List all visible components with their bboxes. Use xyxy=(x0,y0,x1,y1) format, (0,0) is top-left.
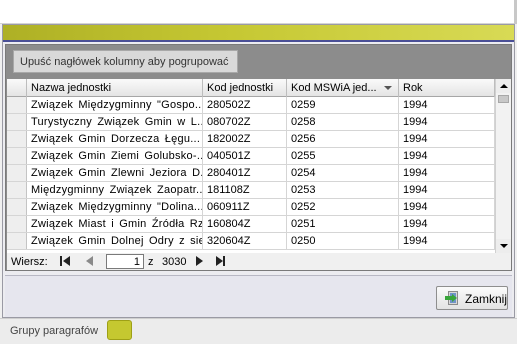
table-row[interactable]: Związek Gmin Zlewni Jeziora D... 280401Z… xyxy=(7,165,495,182)
cell-kod[interactable]: 040501Z xyxy=(203,148,287,164)
table-row[interactable]: Związek Gmin Dolnej Odry z sie... 320604… xyxy=(7,233,495,250)
table-row[interactable]: Związek Międzygminny "Gospo... 280502Z 0… xyxy=(7,97,495,114)
cell-kod-mswia[interactable]: 0250 xyxy=(287,233,399,249)
form-frame: Upuść nagłówek kolumny aby pogrupować Na… xyxy=(2,24,515,318)
group-by-hint: Upuść nagłówek kolumny aby pogrupować xyxy=(20,56,229,68)
cell-kod-mswia[interactable]: 0252 xyxy=(287,199,399,215)
row-indicator[interactable] xyxy=(7,216,27,232)
row-indicator[interactable] xyxy=(7,182,27,198)
cell-kod[interactable]: 060911Z xyxy=(203,199,287,215)
cell-rok[interactable]: 1994 xyxy=(399,233,495,249)
navigator-of-label: z xyxy=(148,256,154,268)
navigator-label: Wiersz: xyxy=(11,256,48,268)
close-button-label: Zamknij xyxy=(465,292,508,306)
column-header-kod-mswia-label: Kod MSWiA jed... xyxy=(291,82,377,94)
tab-grupy-paragrafow[interactable]: Grupy paragrafów xyxy=(10,325,98,337)
row-indicator[interactable] xyxy=(7,165,27,181)
cell-kod[interactable]: 320604Z xyxy=(203,233,287,249)
cell-kod-mswia[interactable]: 0253 xyxy=(287,182,399,198)
cell-kod[interactable]: 080702Z xyxy=(203,114,287,130)
table-row[interactable]: Związek Miast i Gmin Źródła Rz... 160804… xyxy=(7,216,495,233)
cell-rok[interactable]: 1994 xyxy=(399,97,495,113)
record-navigator: Wiersz: z 3030 xyxy=(7,253,511,270)
row-indicator[interactable] xyxy=(7,199,27,215)
table-row[interactable]: Związek Gmin Dorzecza Łęgu... 182002Z 02… xyxy=(7,131,495,148)
row-indicator[interactable] xyxy=(7,114,27,130)
cell-name[interactable]: Związek Gmin Dolnej Odry z sie... xyxy=(27,233,203,249)
table-row[interactable]: Turystyczny Związek Gmin w L... 080702Z … xyxy=(7,114,495,131)
cell-rok[interactable]: 1994 xyxy=(399,182,495,198)
cell-name[interactable]: Międzygminny Związek Zaopatr... xyxy=(27,182,203,198)
previous-page-icon[interactable] xyxy=(83,256,95,267)
scroll-up-icon[interactable] xyxy=(496,79,511,93)
window-top-strip xyxy=(0,0,517,24)
cell-kod-mswia[interactable]: 0259 xyxy=(287,97,399,113)
cell-kod-mswia[interactable]: 0254 xyxy=(287,165,399,181)
column-header-kod[interactable]: Kod jednostki xyxy=(203,79,287,97)
column-header-kod-mswia[interactable]: Kod MSWiA jed... xyxy=(287,79,399,97)
cell-rok[interactable]: 1994 xyxy=(399,199,495,215)
cell-kod[interactable]: 182002Z xyxy=(203,131,287,147)
cell-name[interactable]: Związek Międzygminny "Gospo... xyxy=(27,97,203,113)
cell-name[interactable]: Związek Gmin Ziemi Golubsko-... xyxy=(27,148,203,164)
tab-color-swatch[interactable] xyxy=(107,320,132,340)
cell-rok[interactable]: 1994 xyxy=(399,131,495,147)
row-indicator[interactable] xyxy=(7,131,27,147)
cell-rok[interactable]: 1994 xyxy=(399,114,495,130)
group-by-panel[interactable]: Upuść nagłówek kolumny aby pogrupować xyxy=(13,50,238,73)
navigator-total: 3030 xyxy=(162,256,187,268)
cell-rok[interactable]: 1994 xyxy=(399,216,495,232)
row-indicator[interactable] xyxy=(7,233,27,249)
title-bar xyxy=(3,25,514,42)
cell-kod-mswia[interactable]: 0256 xyxy=(287,131,399,147)
scroll-down-icon[interactable] xyxy=(496,239,511,253)
grid-header: Nazwa jednostki Kod jednostki Kod MSWiA … xyxy=(7,79,495,97)
cell-rok[interactable]: 1994 xyxy=(399,165,495,181)
table-row[interactable]: Międzygminny Związek Zaopatr... 181108Z … xyxy=(7,182,495,199)
exit-door-icon xyxy=(445,291,458,305)
header-indicator xyxy=(7,79,27,97)
cell-kod-mswia[interactable]: 0258 xyxy=(287,114,399,130)
column-header-rok[interactable]: Rok xyxy=(399,79,495,97)
cell-kod[interactable]: 160804Z xyxy=(203,216,287,232)
grid-table: Nazwa jednostki Kod jednostki Kod MSWiA … xyxy=(7,79,495,253)
cell-kod[interactable]: 280401Z xyxy=(203,165,287,181)
data-grid: Upuść nagłówek kolumny aby pogrupować Na… xyxy=(5,44,512,271)
cell-name[interactable]: Związek Międzygminny "Dolina... xyxy=(27,199,203,215)
sort-desc-icon xyxy=(384,86,392,90)
page-number-input[interactable] xyxy=(106,254,144,269)
cell-name[interactable]: Związek Miast i Gmin Źródła Rz... xyxy=(27,216,203,232)
tab-bar: Grupy paragrafów xyxy=(0,318,517,344)
cell-kod-mswia[interactable]: 0255 xyxy=(287,148,399,164)
scroll-thumb[interactable] xyxy=(498,95,509,103)
cell-name[interactable]: Związek Gmin Dorzecza Łęgu... xyxy=(27,131,203,147)
cell-kod[interactable]: 280502Z xyxy=(203,97,287,113)
next-page-icon[interactable] xyxy=(193,256,205,267)
close-button[interactable]: Zamknij xyxy=(436,286,508,310)
cell-name[interactable]: Związek Gmin Zlewni Jeziora D... xyxy=(27,165,203,181)
table-row[interactable]: Związek Gmin Ziemi Golubsko-... 040501Z … xyxy=(7,148,495,165)
table-row[interactable]: Związek Międzygminny "Dolina... 060911Z … xyxy=(7,199,495,216)
first-page-icon[interactable] xyxy=(59,256,71,267)
cell-name[interactable]: Turystyczny Związek Gmin w L... xyxy=(27,114,203,130)
row-indicator[interactable] xyxy=(7,97,27,113)
cell-rok[interactable]: 1994 xyxy=(399,148,495,164)
button-panel: Zamknij xyxy=(5,275,512,317)
cell-kod[interactable]: 181108Z xyxy=(203,182,287,198)
row-indicator[interactable] xyxy=(7,148,27,164)
column-header-nazwa[interactable]: Nazwa jednostki xyxy=(27,79,203,97)
last-page-icon[interactable] xyxy=(214,256,226,267)
vertical-scrollbar[interactable] xyxy=(495,79,511,253)
cell-kod-mswia[interactable]: 0251 xyxy=(287,216,399,232)
